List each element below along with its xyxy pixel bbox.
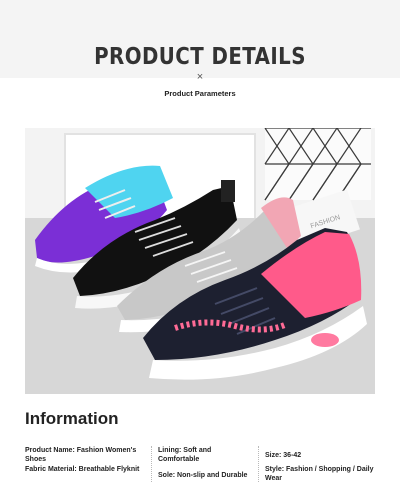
geometric-pillow <box>264 128 371 201</box>
air-cushion <box>311 333 339 347</box>
product-details-page: PRODUCT DETAILS × Product Parameters FAS… <box>0 0 400 492</box>
page-title: PRODUCT DETAILS <box>94 44 306 70</box>
information-heading: Information <box>25 409 119 428</box>
spec-product-name: Product Name: Fashion Women's Shoes <box>25 447 137 463</box>
tongue-tag <box>221 180 235 202</box>
divider-line <box>151 446 152 482</box>
spec-sole: Sole: Non-slip and Durable <box>158 472 248 479</box>
spec-fabric: Fabric Material: Breathable Flyknit <box>25 466 140 473</box>
product-photo: FASHION <box>25 128 375 394</box>
section-subtitle: Product Parameters <box>164 89 236 98</box>
spec-lining: Lining: Soft and Comfortable <box>158 447 212 463</box>
divider-x-icon: × <box>196 71 204 83</box>
spec-size: Size: 36-42 <box>265 452 302 459</box>
sneakers-illustration: FASHION <box>25 128 375 394</box>
divider-line <box>258 446 259 482</box>
spec-style: Style: Fashion / Shopping / Daily Wear <box>265 466 374 482</box>
